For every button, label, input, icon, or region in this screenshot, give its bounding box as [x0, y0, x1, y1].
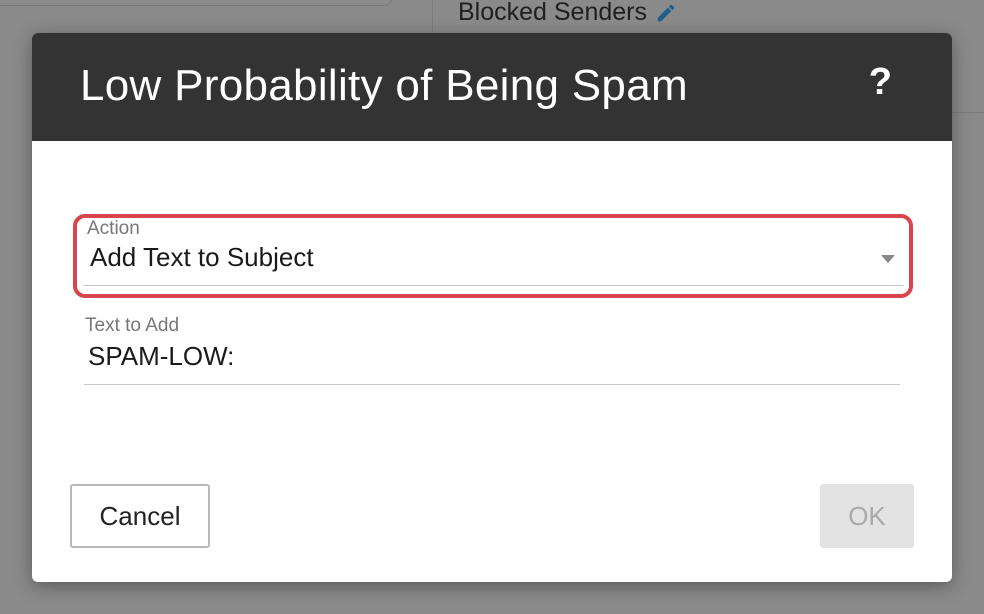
spam-action-dialog: Low Probability of Being Spam ? Action A… — [32, 33, 952, 582]
text-to-add-field[interactable]: Text to Add SPAM-LOW: — [84, 315, 900, 387]
ok-button[interactable]: OK — [820, 484, 914, 548]
action-label: Action — [87, 218, 140, 239]
dialog-header: Low Probability of Being Spam ? — [32, 33, 952, 141]
action-value: Add Text to Subject — [90, 242, 314, 272]
dialog-title: Low Probability of Being Spam — [80, 61, 688, 110]
pencil-icon[interactable] — [655, 2, 677, 24]
help-button[interactable]: ? — [869, 61, 892, 104]
background-divider-horizontal — [952, 112, 984, 113]
blocked-senders-label: Blocked Senders — [458, 0, 648, 26]
text-to-add-input[interactable]: SPAM-LOW: — [88, 341, 234, 372]
blocked-senders-heading: Blocked Senders — [458, 0, 677, 27]
cancel-button[interactable]: Cancel — [70, 484, 210, 548]
caret-down-icon[interactable] — [881, 255, 895, 263]
text-to-add-underline — [84, 384, 900, 385]
action-underline — [83, 285, 903, 286]
action-select[interactable]: Action Add Text to Subject — [73, 214, 913, 298]
text-to-add-label: Text to Add — [85, 315, 180, 336]
background-panel — [0, 0, 392, 6]
